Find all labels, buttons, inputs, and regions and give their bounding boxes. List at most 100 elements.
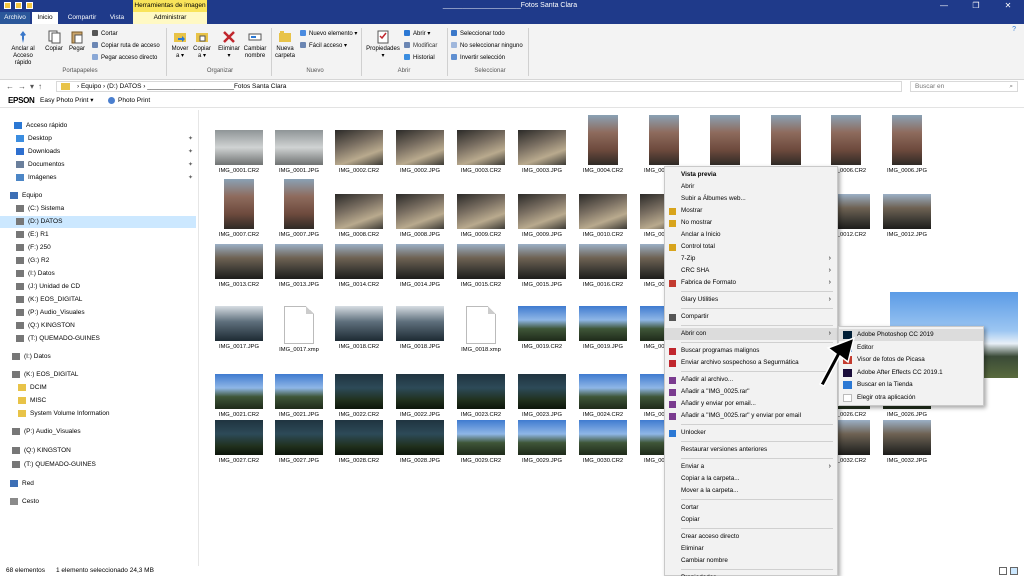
file-thumbnail[interactable]: IMG_0016.CR2 [572,244,634,300]
pane-splitter[interactable] [198,110,199,566]
context-menu-item[interactable]: Vista previa [665,169,837,181]
sidebar-item[interactable]: (K:) EOS_DIGITAL [16,294,82,306]
sidebar-item[interactable]: Red [10,478,34,490]
context-menu-item[interactable]: Abrir con › [665,328,837,340]
help-icon[interactable]: ? [1012,26,1016,33]
new-item-button[interactable]: Nuevo elemento ▾ [300,30,357,38]
file-thumbnail[interactable]: IMG_0027.JPG [268,420,330,476]
context-menu-item[interactable]: Compartir [665,311,837,323]
invert-selection-button[interactable]: Invertir selección [451,54,505,62]
history-button[interactable]: Historial [404,54,435,62]
select-none-button[interactable]: No seleccionar ninguno [451,42,523,50]
file-thumbnail[interactable]: IMG_0001.JPG [268,130,330,186]
tab-vista[interactable]: Vista [104,12,130,24]
nav-buttons[interactable]: ←→▾↑ [6,82,46,91]
file-thumbnail[interactable]: IMG_0003.JPG [511,130,573,186]
pin-quick-access-button[interactable]: Anclar al Acceso rápido [4,30,42,67]
sidebar-item[interactable]: MISC [18,395,46,407]
file-thumbnail[interactable]: IMG_0015.CR2 [450,244,512,300]
properties-icon[interactable] [26,2,33,9]
sidebar-item[interactable]: (P:) Audio_Visuales [12,426,81,438]
context-menu-item[interactable]: Unlocker [665,427,837,439]
sidebar-item[interactable]: (K:) EOS_DIGITAL [12,369,78,381]
new-folder-button[interactable]: Nueva carpeta [274,30,296,60]
file-thumbnail[interactable]: IMG_0007.JPG [268,179,330,250]
file-thumbnail[interactable]: IMG_0010.CR2 [572,194,634,250]
easy-photo-print-button[interactable]: Easy Photo Print ▾ [40,94,93,108]
tab-archivo[interactable]: Archivo [0,12,30,24]
file-thumbnail[interactable]: IMG_0030.CR2 [572,420,634,476]
file-thumbnail[interactable]: IMG_0028.CR2 [328,420,390,476]
context-menu-item[interactable]: Añadir a "IMG_0025.rar" [665,386,837,398]
copy-path-button[interactable]: Copiar ruta de acceso [92,42,160,50]
open-with-item[interactable]: Adobe Photoshop CC 2019 [839,329,983,341]
delete-button[interactable]: Eliminar ▾ [218,30,240,60]
open-with-item[interactable]: Adobe After Effects CC 2019.1 [839,367,983,379]
sidebar-item[interactable]: (I:) Datos [16,268,55,280]
file-thumbnail[interactable]: IMG_0028.JPG [389,420,451,476]
file-thumbnail[interactable]: IMG_0018.JPG [389,306,451,362]
folder-icon[interactable] [15,2,22,9]
file-thumbnail[interactable]: IMG_0007.CR2 [208,179,270,250]
select-all-button[interactable]: Seleccionar todo [451,30,505,38]
file-thumbnail[interactable]: IMG_0019.CR2 [511,306,573,362]
sidebar-item[interactable]: (T:) QUEMADO-GUINES [12,459,96,471]
sidebar-item[interactable]: (G:) R2 [16,255,49,267]
context-menu-item[interactable]: Añadir a "IMG_0025.rar" y enviar por ema… [665,410,837,422]
file-thumbnail[interactable]: IMG_0015.JPG [511,244,573,300]
sidebar-item[interactable]: Imágenes [16,172,57,184]
context-menu-item[interactable]: Cortar [665,502,837,514]
pin-icon[interactable]: ✦ [188,135,193,142]
file-thumbnail[interactable]: IMG_0012.JPG [876,194,938,250]
sidebar-item[interactable]: Equipo [10,190,42,202]
context-menu-item[interactable]: Copiar [665,514,837,526]
details-view-icon[interactable] [999,567,1007,575]
cut-button[interactable]: Cortar [92,30,118,38]
context-menu-item[interactable]: Eliminar [665,543,837,555]
file-thumbnail[interactable]: IMG_0018.xmp [450,306,512,362]
copy-to-button[interactable]: Copiar a ▾ [192,30,212,60]
file-thumbnail[interactable]: IMG_0018.CR2 [328,306,390,362]
context-menu-item[interactable]: Buscar programas malignos [665,345,837,357]
move-to-button[interactable]: Mover a ▾ [170,30,190,60]
save-icon[interactable] [4,2,11,9]
thumbnails-view-icon[interactable] [1010,567,1018,575]
context-menu-item[interactable]: Añadir y enviar por email... [665,398,837,410]
context-menu-item[interactable]: CRC SHA › [665,265,837,277]
file-thumbnail[interactable]: IMG_0008.CR2 [328,194,390,250]
file-thumbnail[interactable]: IMG_0029.JPG [511,420,573,476]
sidebar-item[interactable]: (F:) 250 [16,242,51,254]
file-thumbnail[interactable]: IMG_0027.CR2 [208,420,270,476]
tab-administrar[interactable]: Administrar [133,12,207,24]
paste-shortcut-button[interactable]: Pegar acceso directo [92,54,157,62]
open-with-item[interactable]: Editor [839,342,983,354]
file-thumbnail[interactable]: IMG_0017.JPG [208,306,270,362]
copy-button[interactable]: Copiar [44,30,64,53]
context-menu-item[interactable]: Abrir [665,181,837,193]
file-thumbnail[interactable]: IMG_0003.CR2 [450,130,512,186]
file-thumbnail[interactable]: IMG_0009.JPG [511,194,573,250]
file-thumbnail[interactable]: IMG_0002.JPG [389,130,451,186]
sidebar-item[interactable]: (E:) R1 [16,229,49,241]
photo-print-button[interactable]: Photo Print [108,94,150,108]
file-thumbnail[interactable]: IMG_0014.CR2 [328,244,390,300]
file-thumbnail[interactable]: IMG_0001.CR2 [208,130,270,186]
file-thumbnail[interactable]: IMG_0017.xmp [268,306,330,362]
rename-button[interactable]: Cambiar nombre [242,30,268,60]
open-with-item[interactable]: Buscar en la Tienda [839,379,983,391]
open-button[interactable]: Abrir ▾ [404,30,430,38]
file-thumbnail[interactable]: IMG_0008.JPG [389,194,451,250]
sidebar-item[interactable]: DCIM [18,382,47,394]
back-icon[interactable]: ← [6,82,18,91]
file-thumbnail[interactable]: IMG_0004.CR2 [572,115,634,186]
context-menu-item[interactable]: Enviar a › [665,461,837,473]
address-bar[interactable]: › Equipo › (D:) DATOS › ________________… [56,81,902,92]
open-with-item[interactable]: Elegir otra aplicación [839,392,983,404]
file-thumbnail[interactable]: IMG_0029.CR2 [450,420,512,476]
file-thumbnail[interactable]: IMG_0032.JPG [876,420,938,476]
navigation-pane[interactable]: Acceso rápido Desktop ✦ Downloads ✦ Documento… [0,110,198,566]
sidebar-item[interactable]: (I:) Datos [12,351,51,363]
quick-access-toolbar[interactable] [4,2,33,9]
easy-access-button[interactable]: Fácil acceso ▾ [300,42,347,50]
context-menu-item[interactable]: Control total [665,241,837,253]
